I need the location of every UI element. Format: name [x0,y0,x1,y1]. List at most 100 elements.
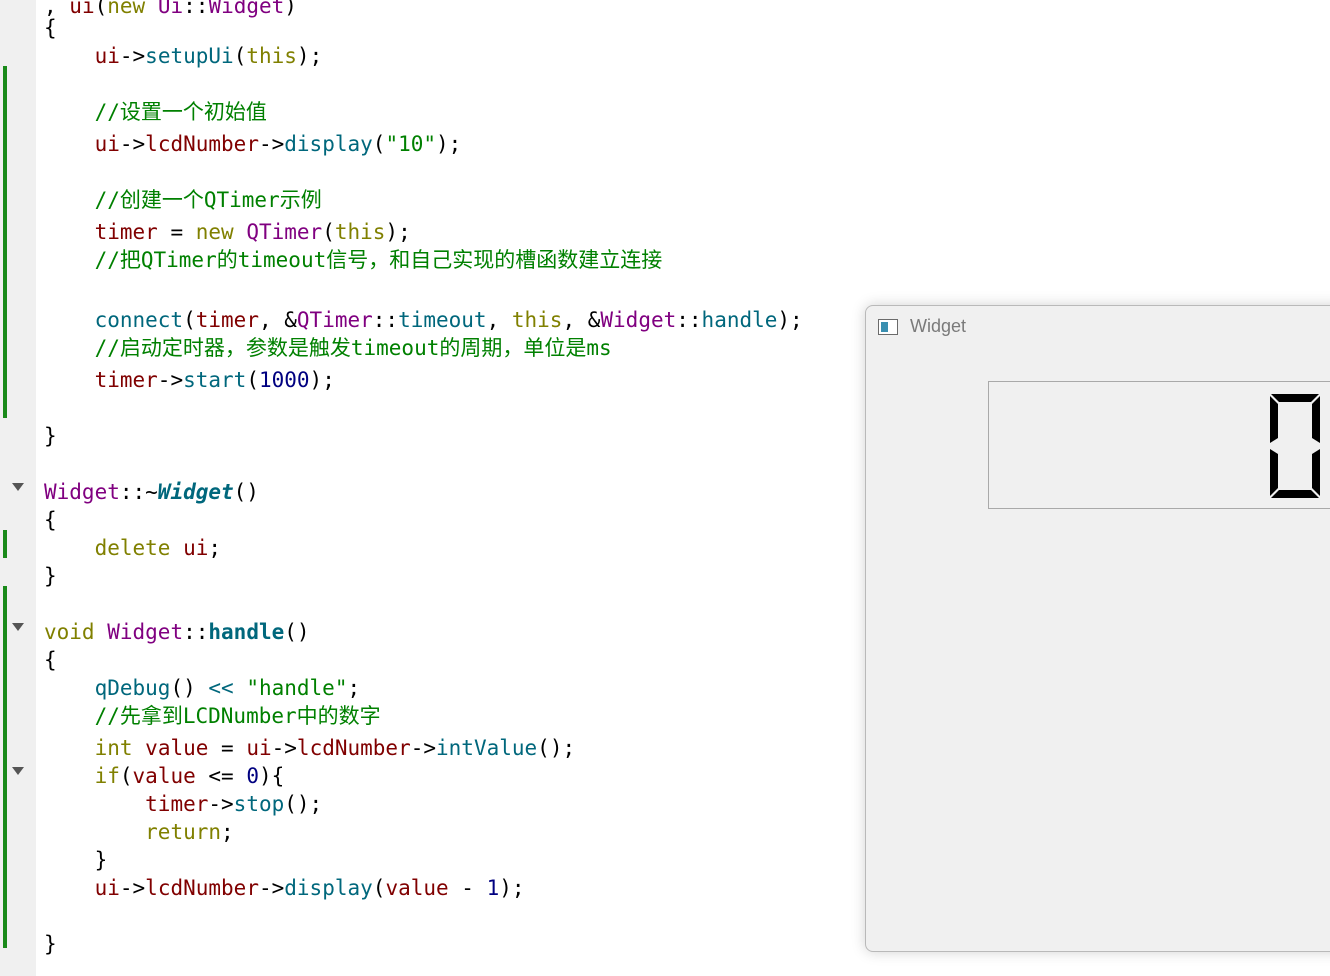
code-line[interactable]: //先拿到LCDNumber中的数字 [44,702,381,730]
code-line[interactable]: timer->start(1000); [44,366,335,394]
code-token: ; [221,820,234,844]
code-token: delete [94,536,171,560]
code-token: -> [119,876,146,900]
code-token: () [233,480,259,504]
editor-gutter [0,0,36,976]
code-token: () [284,620,310,644]
code-token: ); [296,44,323,68]
code-token: ){ [258,764,285,788]
code-line[interactable]: //创建一个QTimer示例 [44,186,322,214]
code-token: this [511,308,563,332]
code-token: ; [208,536,222,560]
code-token: -> [119,44,146,68]
code-token: (); [284,792,323,816]
code-line[interactable]: int value = ui->lcdNumber->intValue(); [44,734,576,762]
code-token: Widget [44,480,120,504]
code-line[interactable]: return; [44,818,234,846]
lcd-segment-f [1270,396,1278,443]
code-token: void [44,620,95,644]
code-line[interactable]: { [44,14,57,42]
code-token: ( [183,308,196,332]
code-token: = [157,220,196,244]
code-token: lcdNumber [145,876,259,900]
code-token: Ui [157,0,184,18]
code-line[interactable]: } [44,422,57,450]
code-token: ::~ [119,480,158,504]
code-line[interactable]: } [44,562,57,590]
code-token: timer [195,308,259,332]
code-token: -> [208,792,234,816]
code-token: ); [499,876,525,900]
code-token: "handle" [246,676,348,700]
code-token: ); [309,368,335,392]
code-line[interactable]: { [44,646,57,674]
code-token: 0 [246,764,259,788]
code-token: Widget [107,620,184,644]
code-line[interactable]: connect(timer, &QTimer::timeout, this, &… [44,306,803,334]
code-token: setupUi [145,44,234,68]
code-token: ); [385,220,411,244]
code-token: this [246,44,297,68]
code-line[interactable]: , ui(new Ui::Widget) [44,0,297,20]
code-token: //把QTimer的timeout信号，和自己实现的槽函数建立连接 [94,248,663,272]
code-token: timer [145,792,209,816]
code-line[interactable]: ui->setupUi(this); [44,42,323,70]
code-line[interactable]: ui->lcdNumber->display(value - 1); [44,874,525,902]
code-token: Widget [600,308,677,332]
code-line[interactable]: timer->stop(); [44,790,322,818]
code-line[interactable]: { [44,506,57,534]
code-line[interactable]: Widget::~Widget() [44,478,259,506]
change-marker [3,586,7,948]
code-token: , & [258,308,297,332]
code-token: //设置一个初始值 [94,100,267,124]
code-token: -> [258,876,285,900]
code-line[interactable]: } [44,846,108,874]
window-titlebar[interactable]: Widget [866,306,1330,350]
code-token: ( [372,132,386,156]
code-token: -> [410,736,437,760]
code-line[interactable]: } [44,930,57,958]
code-token: "10" [385,132,437,156]
code-token: handle [208,620,285,644]
code-token: timeout [398,308,487,332]
code-token: if [94,764,120,788]
code-line[interactable]: void Widget::handle() [44,618,310,646]
code-line[interactable]: //启动定时器，参数是触发timeout的周期，单位是ms [44,334,612,362]
code-token: new [107,0,146,18]
lcd-segment-a [1271,394,1319,402]
fold-toggle-icon[interactable] [12,483,24,491]
lcd-segment-e [1270,449,1278,496]
window-title: Widget [910,316,967,336]
lcd-number [988,381,1330,509]
code-token: } [44,424,57,448]
code-token: ); [436,132,462,156]
fold-toggle-icon[interactable] [12,767,24,775]
qt-window-icon [878,319,898,335]
code-line[interactable]: if(value <= 0){ [44,762,285,790]
code-line[interactable]: timer = new QTimer(this); [44,218,411,246]
code-token: connect [94,308,184,332]
code-line[interactable]: qDebug() << "handle"; [44,674,361,702]
code-token: - [448,876,487,900]
code-token: :: [676,308,702,332]
code-token: value [132,764,196,788]
code-line[interactable]: ui->lcdNumber->display("10"); [44,130,462,158]
code-token: } [44,932,57,956]
fold-toggle-icon[interactable] [12,623,24,631]
code-token: start [183,368,247,392]
code-line[interactable]: delete ui; [44,534,221,562]
code-token: :: [372,308,399,332]
code-token: { [44,508,57,532]
code-token: lcdNumber [145,132,259,156]
code-line[interactable]: //设置一个初始值 [44,98,267,126]
code-token: stop [233,792,285,816]
code-line[interactable]: //把QTimer的timeout信号，和自己实现的槽函数建立连接 [44,246,663,274]
